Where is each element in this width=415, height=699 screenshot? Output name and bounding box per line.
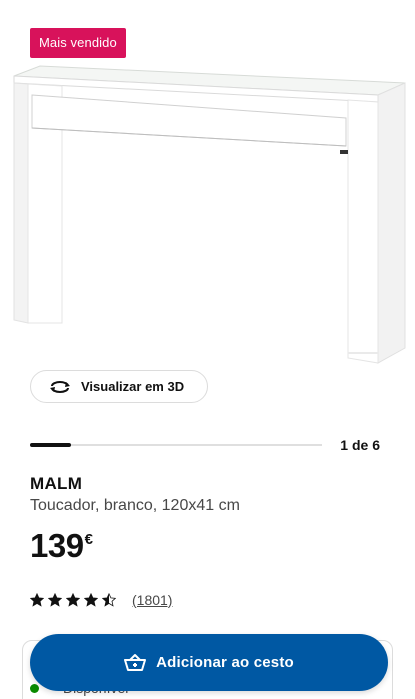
gallery-pager: 1 de 6 bbox=[30, 436, 385, 456]
pager-counter: 1 de 6 bbox=[340, 437, 380, 453]
product-description: Toucador, branco, 120x41 cm bbox=[30, 497, 240, 514]
pager-progress bbox=[30, 443, 71, 447]
rating-stars bbox=[30, 593, 120, 607]
product-name: MALM bbox=[30, 474, 83, 493]
view-3d-button[interactable]: Visualizar em 3D bbox=[30, 370, 208, 403]
view-3d-label: Visualizar em 3D bbox=[81, 379, 185, 394]
rotate-3d-icon bbox=[49, 379, 71, 395]
price-integer: 139 bbox=[30, 527, 84, 564]
product-rating[interactable]: (1801) bbox=[30, 592, 172, 608]
availability-dot-icon bbox=[30, 683, 39, 693]
product-image[interactable] bbox=[0, 58, 415, 378]
pager-track bbox=[30, 444, 322, 446]
add-to-cart-button[interactable]: Adicionar ao cesto bbox=[30, 634, 388, 691]
product-price: 139 € bbox=[30, 527, 93, 565]
star-full-icon bbox=[48, 593, 62, 607]
star-full-icon bbox=[30, 593, 44, 607]
price-currency: € bbox=[84, 531, 93, 548]
star-half-icon bbox=[102, 593, 116, 607]
star-full-icon bbox=[84, 593, 98, 607]
best-seller-badge: Mais vendido bbox=[30, 28, 126, 58]
star-full-icon bbox=[66, 593, 80, 607]
basket-icon bbox=[124, 653, 147, 673]
add-to-cart-label: Adicionar ao cesto bbox=[156, 654, 294, 671]
reviews-link[interactable]: (1801) bbox=[132, 592, 172, 608]
